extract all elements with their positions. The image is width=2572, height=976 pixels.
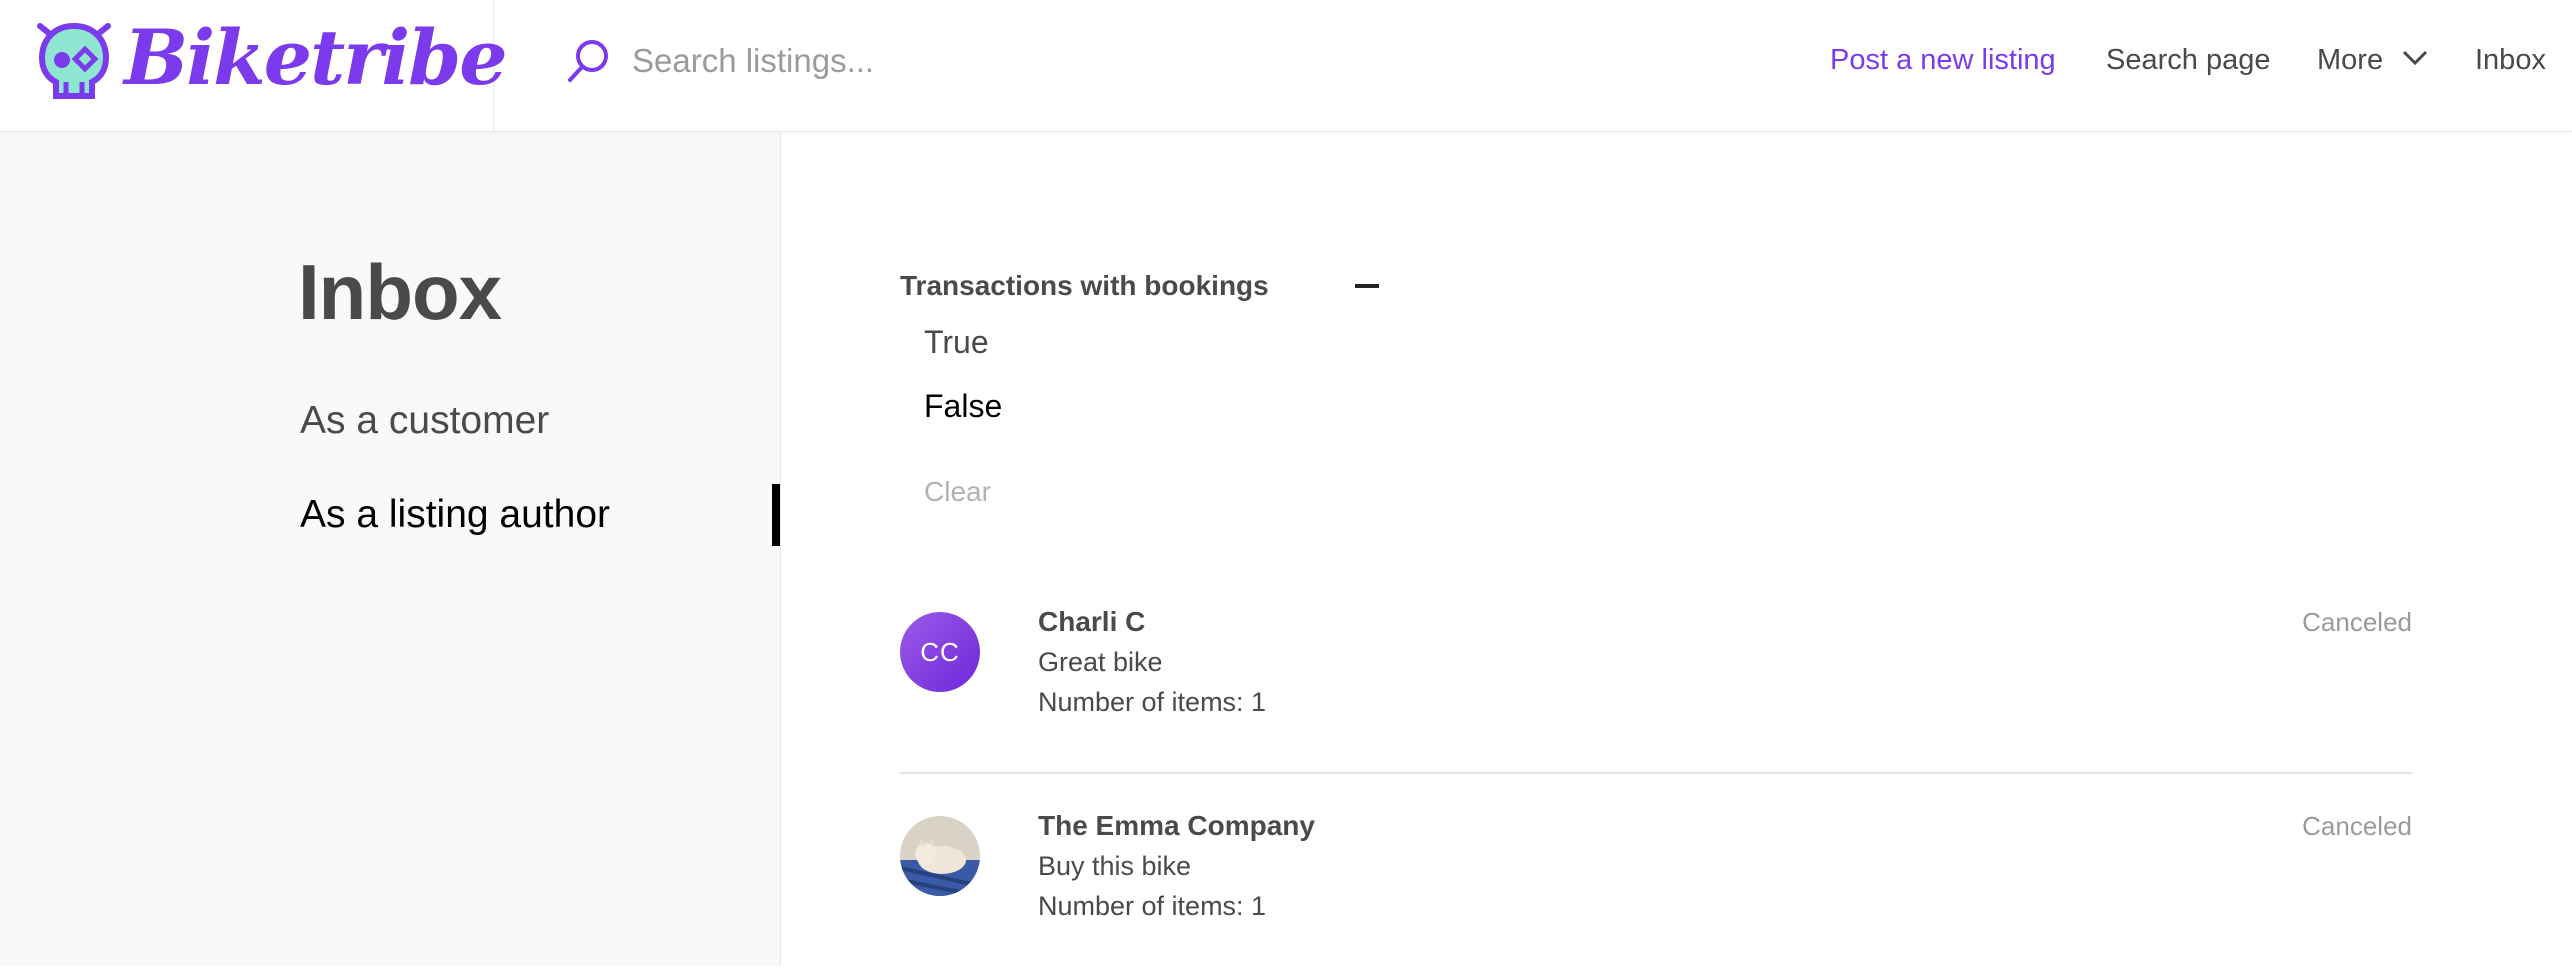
transaction-row[interactable]: CC Charli C Great bike Number of items: … [900,602,2412,774]
status-badge: Canceled [2302,811,2412,841]
customer-name: Charli C [1038,606,1146,637]
inbox-link[interactable]: Inbox [2475,40,2546,80]
top-bar: Biketribe Post a new listing Search page… [0,0,2572,132]
status-badge: Canceled [2302,607,2412,637]
search-icon[interactable] [564,36,612,86]
listing-title: Great bike [1038,647,1163,677]
customer-name: The Emma Company [1038,810,1315,841]
item-count: Number of items: 1 [1038,687,1267,717]
bookings-filter-label: Transactions with bookings [900,270,1269,301]
tab-as-listing-author[interactable]: As a listing author [300,490,610,540]
filter-option-true[interactable]: True [924,320,989,364]
item-count: Number of items: 1 [1038,891,1267,921]
logo-link[interactable]: Biketribe [0,0,508,131]
more-menu-button[interactable]: More [2317,40,2383,80]
avatar [900,816,980,896]
avatar: CC [900,612,980,692]
search-page-link[interactable]: Search page [2106,40,2270,80]
profile-photo-cat-icon [900,816,980,896]
filter-option-false[interactable]: False [924,384,1002,428]
search-input[interactable] [630,30,1234,92]
inbox-sidebar: Inbox As a customer As a listing author [0,132,781,966]
logo-wordmark: Biketribe [124,13,508,102]
post-listing-link[interactable]: Post a new listing [1830,40,2056,80]
clear-filter-button[interactable]: Clear [924,472,991,512]
inbox-main-panel: Transactions with bookings True False Cl… [781,132,2572,966]
tab-as-customer[interactable]: As a customer [300,396,549,446]
chevron-down-icon[interactable] [2402,50,2428,66]
selected-tab-indicator [772,484,780,546]
listing-title: Buy this bike [1038,851,1192,881]
transaction-row[interactable]: The Emma Company Buy this bike Number of… [900,806,2412,976]
skull-logo-icon [37,22,111,99]
collapse-filter-button[interactable] [1355,282,1381,290]
page-title: Inbox [298,248,502,336]
